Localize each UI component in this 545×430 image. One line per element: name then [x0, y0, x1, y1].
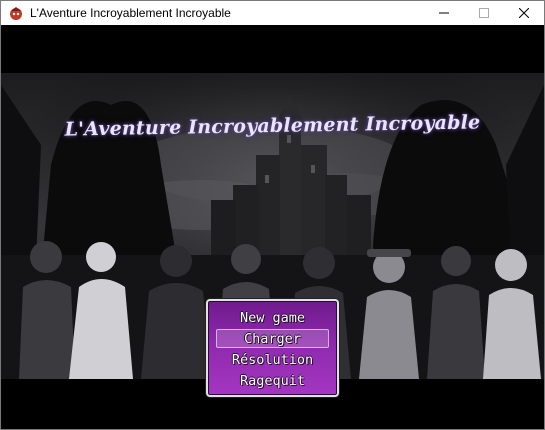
- close-icon: [519, 8, 529, 18]
- menu-item-charger[interactable]: Charger: [216, 329, 329, 348]
- window-controls: [424, 1, 544, 25]
- maximize-icon: [479, 8, 489, 18]
- menu-item-new-game[interactable]: New game: [216, 308, 329, 327]
- game-canvas[interactable]: L'Aventure Incroyablement Incroyable New…: [1, 25, 544, 429]
- maximize-button[interactable]: [464, 1, 504, 25]
- minimize-icon: [439, 12, 449, 14]
- close-button[interactable]: [504, 1, 544, 25]
- menu-item-resolution[interactable]: Résolution: [216, 350, 329, 369]
- minimize-button[interactable]: [424, 1, 464, 25]
- title-menu-window: New game Charger Résolution Ragequit: [206, 299, 339, 397]
- menu-item-ragequit[interactable]: Ragequit: [216, 371, 329, 390]
- window-titlebar[interactable]: L'Aventure Incroyablement Incroyable: [1, 1, 544, 25]
- window-title: L'Aventure Incroyablement Incroyable: [30, 6, 231, 20]
- game-app-icon: [10, 7, 22, 20]
- game-window: L'Aventure Incroyablement Incroyable L'A…: [0, 0, 545, 430]
